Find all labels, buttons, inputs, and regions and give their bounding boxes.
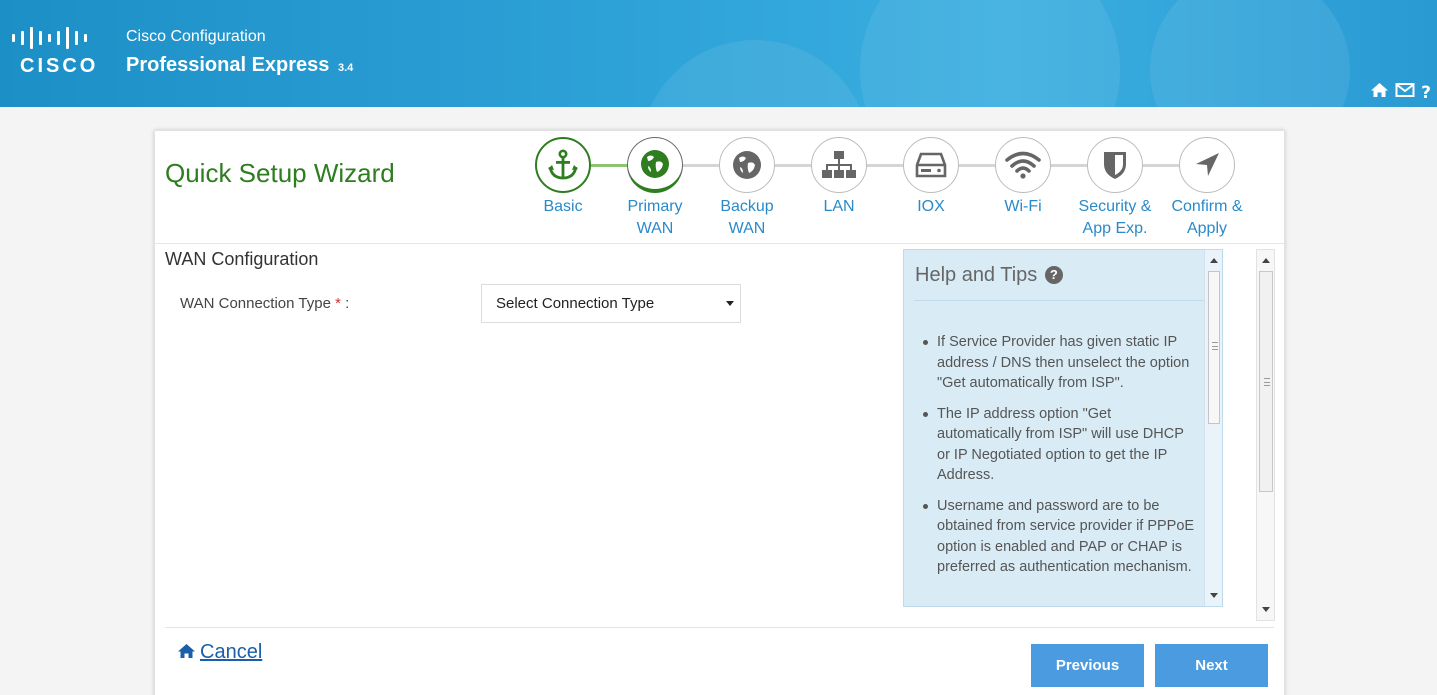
step-circle xyxy=(1087,137,1143,193)
anchor-icon xyxy=(548,149,578,180)
step-circle xyxy=(535,137,591,193)
next-button[interactable]: Next xyxy=(1155,644,1268,687)
wan-connection-type-select[interactable]: Select Connection Type xyxy=(481,284,741,323)
scroll-down-arrow-icon[interactable] xyxy=(1262,607,1270,612)
content-scrollbar[interactable] xyxy=(1256,249,1275,621)
help-tip: If Service Provider has given static IP … xyxy=(923,332,1197,394)
label-suffix: : xyxy=(340,295,350,312)
step-circle xyxy=(903,137,959,193)
help-divider xyxy=(914,300,1212,301)
globe-icon xyxy=(641,149,669,178)
home-icon[interactable] xyxy=(1370,82,1389,103)
scroll-down-arrow-icon[interactable] xyxy=(1210,593,1218,598)
scrollbar-thumb[interactable] xyxy=(1259,271,1273,492)
wizard-card: Quick Setup Wizard Basic Primary WAN Bac… xyxy=(154,130,1285,695)
network-icon xyxy=(822,151,856,178)
cancel-link[interactable]: Cancel xyxy=(177,641,262,664)
field-label-text: WAN Connection Type xyxy=(180,295,331,312)
step-label-line: Confirm & xyxy=(1171,198,1243,215)
help-tip: Username and password are to be obtained… xyxy=(923,496,1197,578)
app-header: CISCO Cisco Configuration Professional E… xyxy=(0,0,1437,107)
header-toolbar: ? xyxy=(1370,82,1431,103)
step-circle xyxy=(995,137,1051,193)
mail-icon[interactable] xyxy=(1395,82,1415,103)
wizard-steps: Basic Primary WAN Backup WAN LAN IOX Wi-… xyxy=(155,131,1286,243)
logo-bars xyxy=(12,27,104,49)
grip-icon xyxy=(1212,342,1218,350)
grip-icon xyxy=(1264,378,1270,386)
cancel-label: Cancel xyxy=(200,641,263,663)
cisco-logo: CISCO xyxy=(12,27,104,77)
section-title: WAN Configuration xyxy=(165,249,319,269)
app-subtitle: Cisco Configuration xyxy=(126,28,266,45)
step-label: Confirm & Apply xyxy=(1152,196,1262,240)
wizard-step-confirm[interactable]: Confirm & Apply xyxy=(1152,137,1262,240)
help-tips-list: If Service Provider has given static IP … xyxy=(923,332,1197,588)
footer-divider xyxy=(165,627,1274,628)
scroll-up-arrow-icon[interactable] xyxy=(1210,258,1218,263)
location-arrow-icon xyxy=(1196,153,1219,176)
step-circle xyxy=(719,137,775,193)
step-label-line: WAN xyxy=(728,220,766,237)
wan-connection-type-label: WAN Connection Type * : xyxy=(180,295,349,312)
help-scrollbar[interactable] xyxy=(1204,250,1222,606)
step-label-line: Apply xyxy=(1186,220,1228,237)
app-version: 3.4 xyxy=(338,62,354,74)
app-title: Professional Express 3.4 xyxy=(126,54,353,77)
question-circle-icon: ? xyxy=(1044,266,1063,284)
wifi-icon xyxy=(1005,151,1041,179)
previous-button[interactable]: Previous xyxy=(1031,644,1144,687)
help-icon[interactable]: ? xyxy=(1421,83,1431,103)
shield-icon xyxy=(1104,152,1126,179)
scroll-up-arrow-icon[interactable] xyxy=(1262,258,1270,263)
step-circle xyxy=(1179,137,1235,193)
help-tips-panel: Help and Tips ? If Service Provider has … xyxy=(903,249,1223,607)
help-title: Help and Tips ? xyxy=(915,264,1063,287)
help-tip: The IP address option "Get automatically… xyxy=(923,404,1197,486)
globe-icon xyxy=(733,151,761,179)
header-divider xyxy=(155,243,1284,244)
step-circle xyxy=(811,137,867,193)
logo-wordmark: CISCO xyxy=(20,55,99,77)
home-icon xyxy=(178,644,195,658)
step-circle xyxy=(627,137,683,193)
select-value: Select Connection Type xyxy=(496,295,655,312)
drive-icon xyxy=(915,152,947,178)
app-title-text: Professional Express xyxy=(126,54,330,76)
caret-down-icon xyxy=(726,301,734,306)
scrollbar-thumb[interactable] xyxy=(1208,271,1220,424)
help-title-text: Help and Tips xyxy=(915,264,1038,286)
